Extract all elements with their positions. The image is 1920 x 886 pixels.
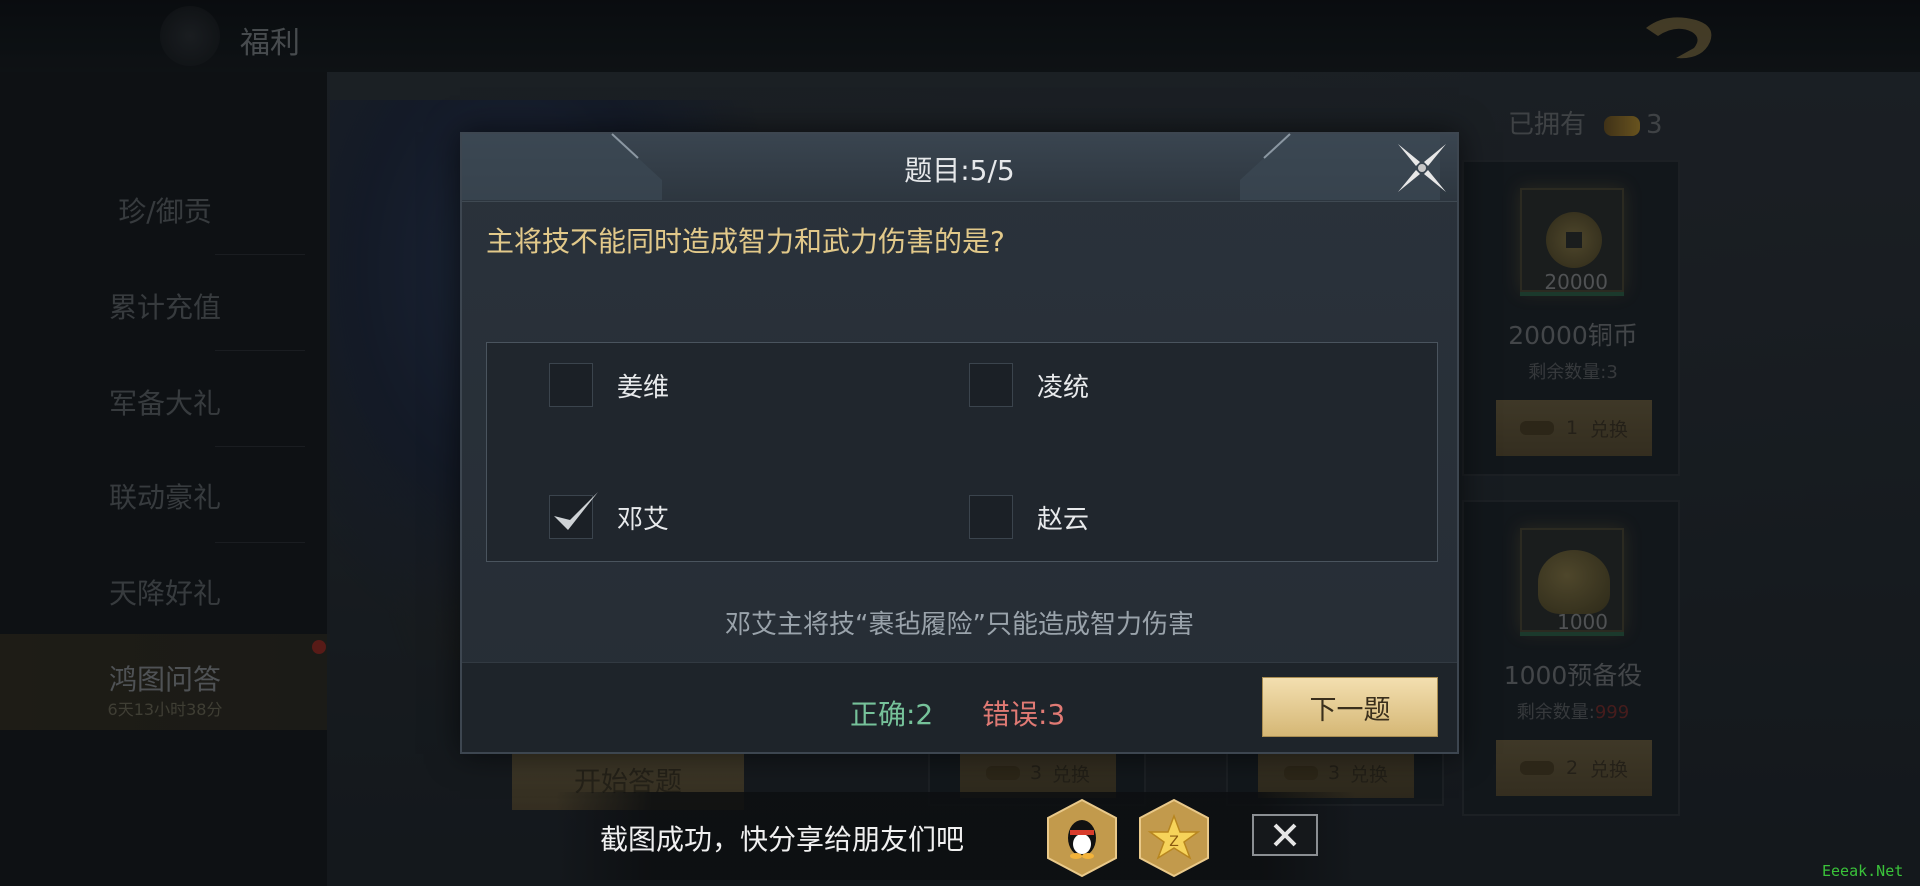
option-label: 凌统 bbox=[1037, 372, 1090, 403]
option-dengai[interactable]: 邓艾 bbox=[549, 492, 670, 539]
option-label: 姜维 bbox=[617, 372, 670, 403]
checkbox[interactable] bbox=[969, 363, 1013, 407]
checkmark-icon bbox=[554, 492, 598, 530]
close-icon[interactable] bbox=[1390, 136, 1454, 200]
option-label: 邓艾 bbox=[617, 504, 670, 535]
option-lingtong[interactable]: 凌统 bbox=[969, 363, 1089, 407]
question-counter: 题目:5/5 bbox=[904, 154, 1015, 187]
checkbox-checked[interactable] bbox=[549, 492, 598, 539]
share-toast: 截图成功，快分享给朋友们吧 Z bbox=[556, 792, 1356, 880]
share-message: 截图成功，快分享给朋友们吧 bbox=[600, 823, 965, 856]
correct-count: 正确:2 bbox=[850, 698, 934, 731]
question-text: 主将技不能同时造成智力和武力伤害的是? bbox=[486, 225, 1005, 258]
close-icon[interactable] bbox=[1252, 814, 1318, 856]
option-jiangwei[interactable]: 姜维 bbox=[549, 363, 669, 407]
wrong-count: 错误:3 bbox=[982, 698, 1066, 731]
next-question-button[interactable]: 下一题 bbox=[1262, 677, 1438, 737]
qzone-star-icon[interactable]: Z bbox=[1136, 798, 1212, 878]
option-zhaoyun[interactable]: 赵云 bbox=[969, 495, 1089, 539]
watermark: Eeeak.Net bbox=[1822, 862, 1904, 880]
options-panel: 姜维 凌统 邓艾 赵云 bbox=[486, 342, 1438, 562]
dialog-header: 题目:5/5 bbox=[462, 133, 1457, 202]
qq-penguin-icon[interactable] bbox=[1044, 798, 1120, 878]
answer-explanation: 邓艾主将技“裹毡履险”只能造成智力伤害 bbox=[725, 610, 1194, 640]
dialog-footer: 正确:2 错误:3 下一题 bbox=[462, 662, 1457, 752]
svg-text:Z: Z bbox=[1169, 834, 1179, 850]
checkbox[interactable] bbox=[549, 363, 593, 407]
checkbox[interactable] bbox=[969, 495, 1013, 539]
option-label: 赵云 bbox=[1037, 504, 1090, 535]
quiz-dialog: 题目:5/5 主将技不能同时造成智力和武力伤害的是? 姜维 凌统 邓艾 赵云 邓… bbox=[460, 132, 1459, 754]
